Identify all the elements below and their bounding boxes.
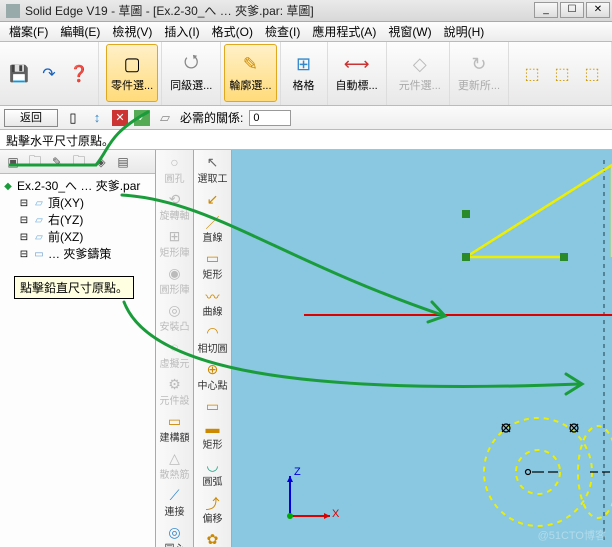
menu-view[interactable]: 檢視(V) <box>107 21 157 42</box>
tab-5[interactable]: ◈ <box>91 153 111 171</box>
vt-revolve[interactable]: ⟲旋轉軸 <box>158 190 192 223</box>
refresh-icon: ↻ <box>471 53 486 75</box>
same-level-button[interactable]: ⭯ 同級選... <box>165 44 217 102</box>
tree-item[interactable]: … 夾爹鑄策 <box>48 246 111 263</box>
tree-item[interactable]: 頂(XY) <box>48 195 84 212</box>
required-value[interactable]: 0 <box>249 110 291 126</box>
window-title: Solid Edge V19 - 草圖 - [Ex.2-30_へ … 夾爹.pa… <box>25 2 314 19</box>
sv-line[interactable]: ／直線 <box>196 212 230 245</box>
menu-format[interactable]: 格式(O) <box>207 21 258 42</box>
element-icon: ◇ <box>413 53 427 75</box>
plane-icon: ▱ <box>33 198 45 210</box>
cube1-icon[interactable]: ⬚ <box>519 61 545 87</box>
menu-check[interactable]: 檢查(I) <box>260 21 305 42</box>
cube3-icon[interactable]: ⬚ <box>579 61 605 87</box>
sv-center[interactable]: ⊕中心點 <box>196 360 230 393</box>
menu-window[interactable]: 視窗(W) <box>383 21 436 42</box>
page-icon[interactable]: ▯ <box>64 109 82 127</box>
menu-insert[interactable]: 插入(I) <box>159 21 204 42</box>
refresh-button[interactable]: ↻ 更新所... <box>453 44 505 102</box>
feature-icon: ▭ <box>33 249 45 261</box>
command-bar: 返回 ▯ ↕ ✕ ✓ ▱ 必需的關係: 0 <box>0 106 612 130</box>
menu-file[interactable]: 檔案(F) <box>4 21 53 42</box>
main-toolbar: 💾 ↷ ❓ ▢ 零件選... ⭯ 同級選... ✎ 輪廓選... ⊞ 格格 ⟷ … <box>0 42 612 106</box>
axis-x: X <box>332 508 339 520</box>
menu-bar: 檔案(F) 編輯(E) 檢視(V) 插入(I) 格式(O) 檢查(I) 應用程式… <box>0 22 612 42</box>
plane-icon: ▱ <box>33 232 45 244</box>
part-select-button[interactable]: ▢ 零件選... <box>106 44 158 102</box>
sv-point[interactable]: ↙ <box>196 190 230 208</box>
grid-icon: ⊞ <box>296 53 311 75</box>
auto-dim-button[interactable]: ⟷ 自動標... <box>331 44 383 102</box>
element-select-button[interactable]: ◇ 元件選... <box>394 44 446 102</box>
accept-icon[interactable]: ✓ <box>134 110 150 126</box>
prompt-text: 點擊水平尺寸原點。 <box>6 134 114 148</box>
vt-boss[interactable]: ◎安裝凸 <box>158 301 192 334</box>
vt-rectpat[interactable]: ⊞矩形陣 <box>158 227 192 260</box>
maximize-button[interactable]: ☐ <box>560 2 584 18</box>
sv-offset[interactable]: ⤴偏移 <box>196 493 230 526</box>
tree-tabs: ▣ 🗀 ✎ 🗀 ◈ ▤ <box>0 150 155 174</box>
vt-circpat[interactable]: ◉圓形陣 <box>158 264 192 297</box>
tab-2[interactable]: 🗀 <box>25 153 45 171</box>
sv-tangent[interactable]: ◠相切圓 <box>196 323 230 356</box>
vt-rib[interactable]: △散熱筋 <box>158 449 192 482</box>
sv-box[interactable]: ▭ <box>196 397 230 415</box>
cursor-icon: ⭯ <box>184 53 199 75</box>
tab-4[interactable]: 🗀 <box>69 153 89 171</box>
undo-icon[interactable]: ↷ <box>36 61 62 87</box>
menu-app[interactable]: 應用程式(A) <box>307 21 381 42</box>
outline-icon: ✎ <box>243 53 258 75</box>
sv-select[interactable]: ↖選取工 <box>196 153 230 186</box>
back-button[interactable]: 返回 <box>4 109 58 127</box>
vt-construct[interactable]: ▭建構額 <box>158 412 192 445</box>
plane-icon: ▱ <box>33 215 45 227</box>
tree-root[interactable]: Ex.2-30_へ … 夾爹.par <box>17 178 140 195</box>
menu-help[interactable]: 說明(H) <box>439 21 490 42</box>
vt-connect[interactable]: ⟋連接 <box>158 486 192 519</box>
vt-concentric[interactable]: ◎同心 <box>158 523 192 547</box>
sketch-toolbox: ↖選取工 ↙ ／直線 ▭矩形 〰曲線 ◠相切圓 ⊕中心點 ▭ ▬矩形 ◡圓弧 ⤴… <box>194 150 232 547</box>
feature-tree-panel: ▣ 🗀 ✎ 🗀 ◈ ▤ ◆Ex.2-30_へ … 夾爹.par ⊟▱頂(XY) … <box>0 150 156 547</box>
title-bar: Solid Edge V19 - 草圖 - [Ex.2-30_へ … 夾爹.pa… <box>0 0 612 22</box>
main-area: ▣ 🗀 ✎ 🗀 ◈ ▤ ◆Ex.2-30_へ … 夾爹.par ⊟▱頂(XY) … <box>0 150 612 547</box>
prompt-bar: 點擊水平尺寸原點。 <box>0 130 612 150</box>
vt-hole[interactable]: ○圓孔 <box>158 153 192 186</box>
feature-tree[interactable]: ◆Ex.2-30_へ … 夾爹.par ⊟▱頂(XY) ⊟▱右(YZ) ⊟▱前(… <box>0 174 155 547</box>
tree-item[interactable]: 右(YZ) <box>48 212 83 229</box>
dimension-icon: ⟷ <box>344 53 370 75</box>
tab-1[interactable]: ▣ <box>3 153 23 171</box>
axis-z: Z <box>294 466 301 478</box>
menu-edit[interactable]: 編輯(E) <box>55 21 105 42</box>
tooltip: 點擊鉛直尺寸原點。 <box>14 276 134 299</box>
save-button[interactable]: 💾 <box>6 61 32 87</box>
tree-item[interactable]: 前(XZ) <box>48 229 83 246</box>
sv-arc[interactable]: ◡圓弧 <box>196 456 230 489</box>
cube2-icon[interactable]: ⬚ <box>549 61 575 87</box>
vt-virtual[interactable]: ◌虛擬元 <box>158 338 192 371</box>
tab-3[interactable]: ✎ <box>47 153 67 171</box>
axis-icon[interactable]: ↕ <box>88 109 106 127</box>
required-label: 必需的關係: <box>180 109 243 126</box>
drawing-canvas[interactable]: X Z @51CTO博客 <box>232 150 612 547</box>
part-select-icon: ▢ <box>124 53 141 75</box>
plane-icon[interactable]: ▱ <box>156 109 174 127</box>
watermark: @51CTO博客 <box>538 527 606 543</box>
grid-button[interactable]: ⊞ 格格 <box>284 44 324 102</box>
sv-rect2[interactable]: ▬矩形 <box>196 419 230 452</box>
sv-curve[interactable]: 〰曲線 <box>196 286 230 319</box>
vt-compset[interactable]: ⚙元件設 <box>158 375 192 408</box>
sv-fill[interactable]: ✿填充 <box>196 530 230 547</box>
close-button[interactable]: ✕ <box>586 2 610 18</box>
tab-6[interactable]: ▤ <box>113 153 133 171</box>
feature-toolbox: ○圓孔 ⟲旋轉軸 ⊞矩形陣 ◉圓形陣 ◎安裝凸 ◌虛擬元 ⚙元件設 ▭建構額 △… <box>156 150 194 547</box>
part-icon: ◆ <box>2 181 14 193</box>
axis-indicator: X Z <box>280 470 336 529</box>
cancel-icon[interactable]: ✕ <box>112 110 128 126</box>
outline-select-button[interactable]: ✎ 輪廓選... <box>224 44 276 102</box>
app-icon <box>6 4 20 18</box>
minimize-button[interactable]: _ <box>534 2 558 18</box>
help-icon[interactable]: ❓ <box>66 61 92 87</box>
sv-rect[interactable]: ▭矩形 <box>196 249 230 282</box>
